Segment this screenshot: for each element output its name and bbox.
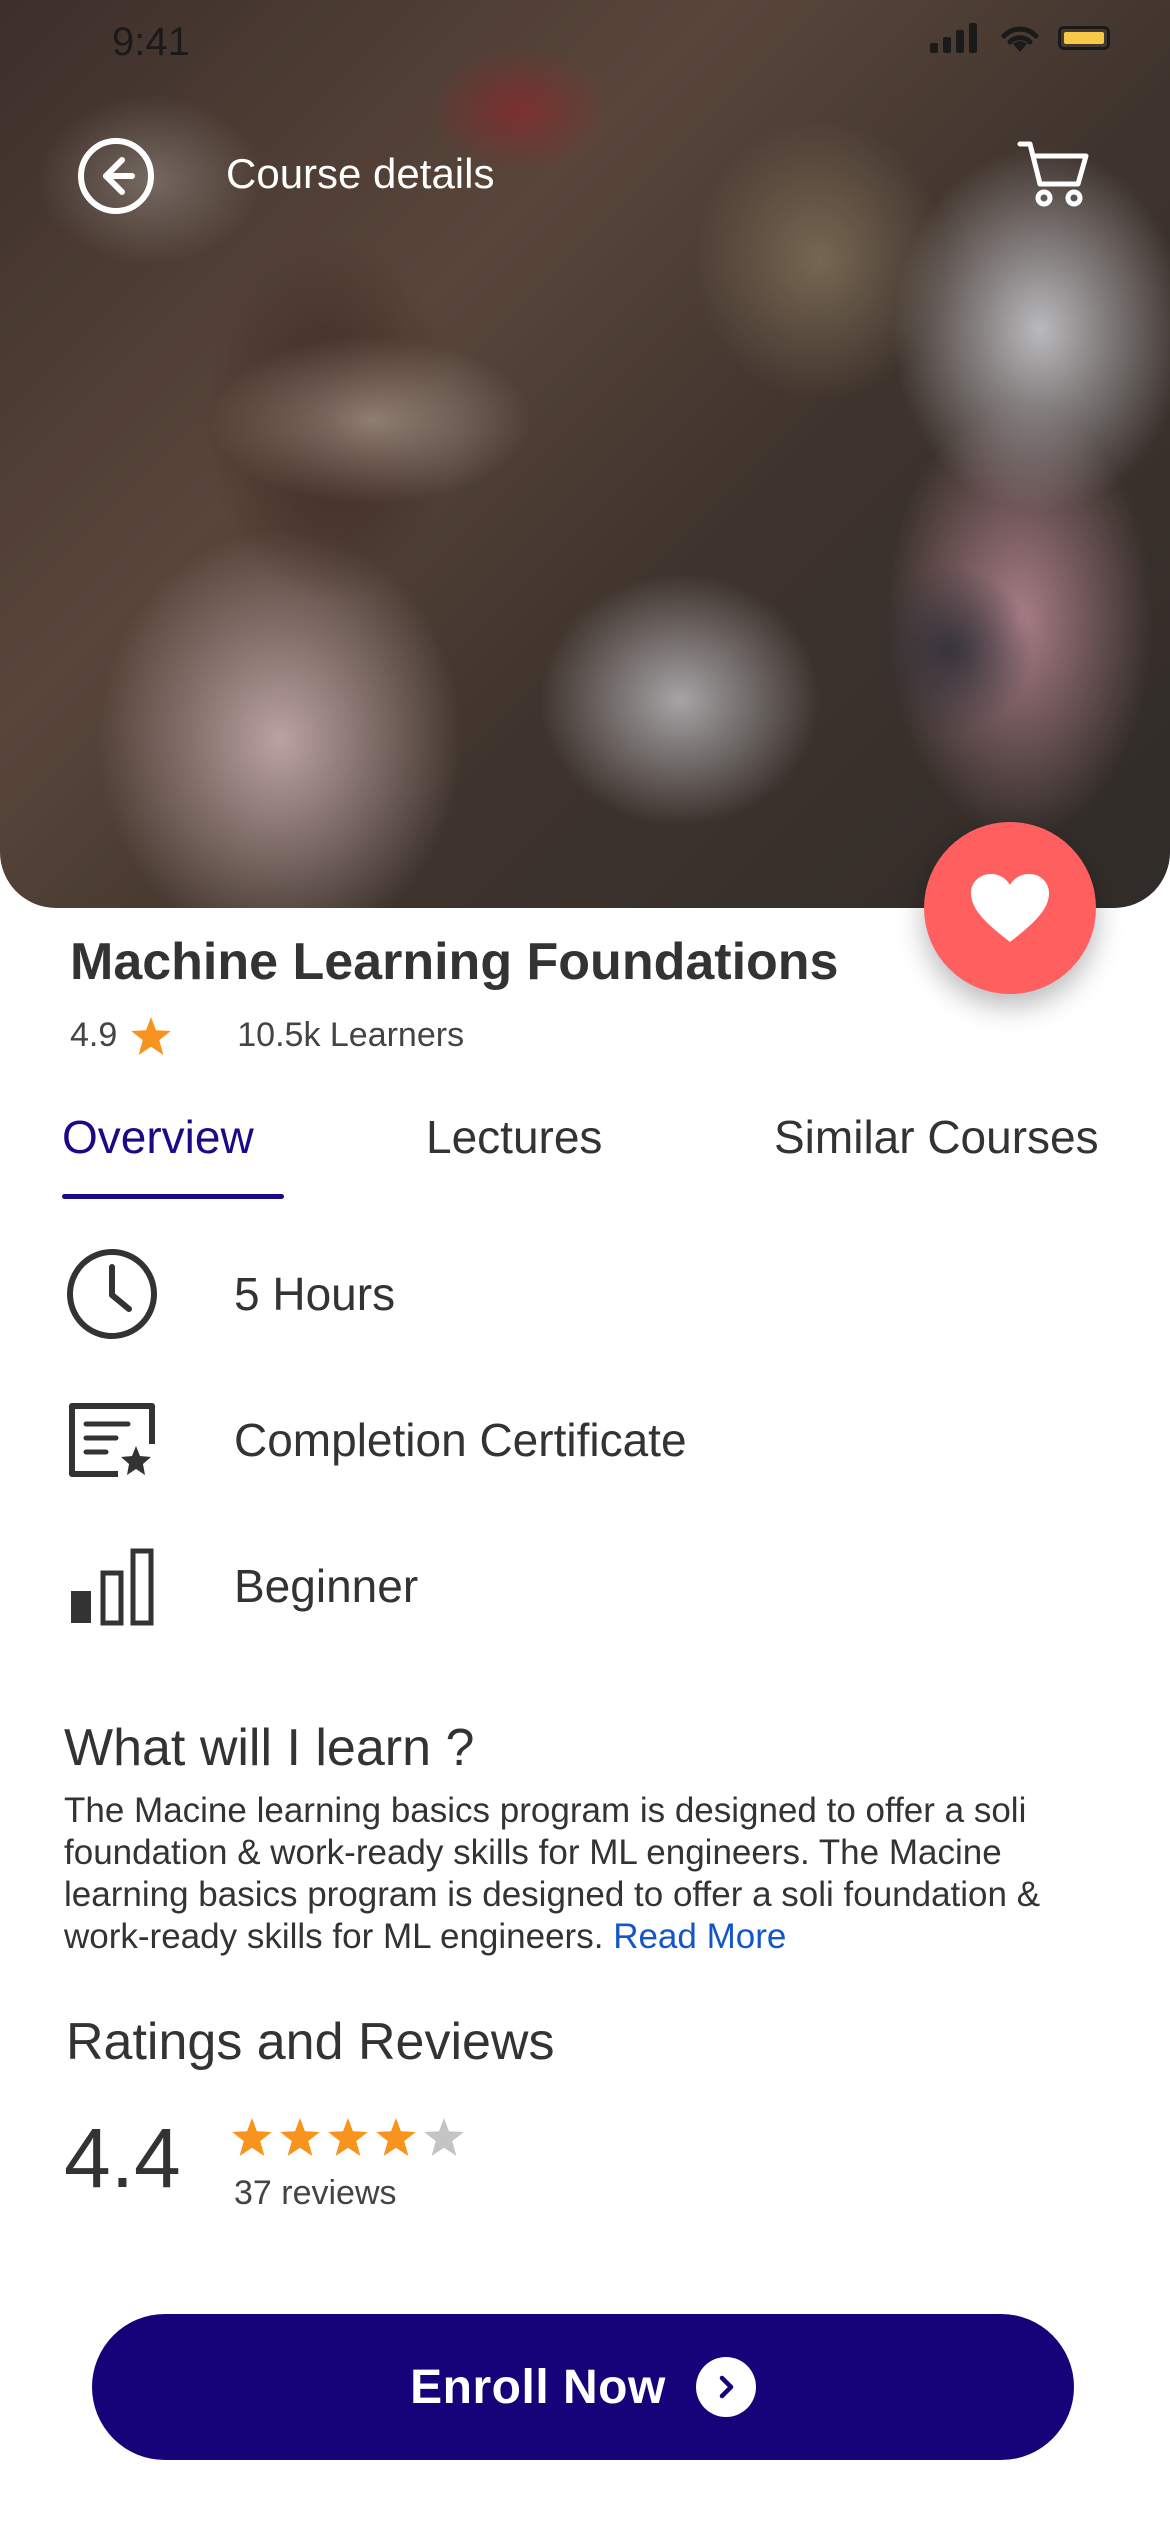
tab-lectures[interactable]: Lectures xyxy=(426,1110,602,1164)
star-icon xyxy=(376,2118,416,2156)
feature-level: Beginner xyxy=(64,1536,1064,1636)
battery-icon xyxy=(1058,26,1110,50)
certificate-icon xyxy=(69,1403,155,1477)
rating-stars xyxy=(232,2118,464,2156)
feature-label: Completion Certificate xyxy=(234,1414,687,1466)
read-more-link[interactable]: Read More xyxy=(613,1917,786,1956)
feature-certificate: Completion Certificate xyxy=(64,1390,1064,1490)
course-meta: 4.9 10.5k Learners xyxy=(70,1016,464,1055)
signal-icon xyxy=(930,23,977,53)
wifi-icon xyxy=(1001,26,1039,52)
course-description: The Macine learning basics program is de… xyxy=(64,1790,1114,1958)
cart-icon xyxy=(1017,141,1089,207)
tab-similar-courses[interactable]: Similar Courses xyxy=(774,1110,1099,1164)
chevron-right-icon xyxy=(695,2357,756,2417)
feature-label: Beginner xyxy=(234,1560,419,1612)
star-icon xyxy=(328,2118,368,2156)
tab-active-indicator xyxy=(62,1194,284,1199)
status-time: 9:41 xyxy=(112,20,190,64)
tab-overview[interactable]: Overview xyxy=(62,1110,254,1164)
page-title: Course details xyxy=(226,150,495,197)
star-icon xyxy=(280,2118,320,2156)
reviews-title: Ratings and Reviews xyxy=(66,2013,555,2071)
favorite-button[interactable] xyxy=(924,822,1096,994)
feature-duration: 5 Hours xyxy=(64,1244,1064,1344)
tab-bar: Overview Lectures Similar Courses xyxy=(0,1110,1170,1200)
status-icons xyxy=(930,22,1110,54)
feature-label: 5 Hours xyxy=(234,1268,396,1320)
learners-count: 10.5k Learners xyxy=(237,1016,465,1054)
enroll-label: Enroll Now xyxy=(410,2360,666,2414)
star-icon xyxy=(131,1016,172,1055)
course-title: Machine Learning Foundations xyxy=(70,933,839,991)
hero-image xyxy=(0,0,1170,908)
level-bars-icon xyxy=(71,1548,154,1626)
star-empty-icon xyxy=(424,2118,464,2156)
learn-title: What will I learn ? xyxy=(64,1719,475,1777)
course-rating: 4.9 xyxy=(70,1016,118,1054)
heart-icon xyxy=(971,874,1049,942)
arrow-left-circle-icon xyxy=(78,138,154,214)
average-rating: 4.4 xyxy=(64,2111,181,2205)
back-button[interactable] xyxy=(76,136,156,216)
reviews-count: 37 reviews xyxy=(234,2174,397,2212)
cart-button[interactable] xyxy=(1016,136,1092,212)
description-text: The Macine learning basics program is de… xyxy=(64,1791,1041,1956)
clock-icon xyxy=(67,1249,157,1339)
enroll-now-button[interactable]: Enroll Now xyxy=(92,2314,1074,2460)
star-icon xyxy=(232,2118,272,2156)
